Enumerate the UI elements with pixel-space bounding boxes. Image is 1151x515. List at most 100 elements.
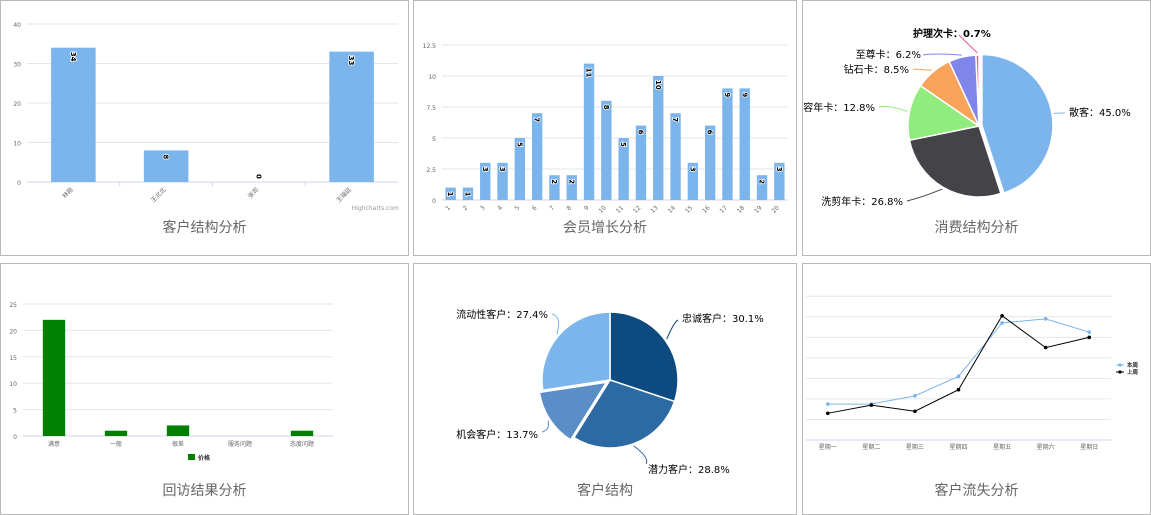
data-point: [1087, 335, 1092, 340]
data-label: 3: [688, 167, 696, 172]
x-tick-label: 1: [444, 204, 452, 212]
data-point: [913, 394, 917, 398]
bar: [166, 425, 190, 436]
x-tick-label: 5: [514, 204, 522, 212]
slice-value: 45.0%: [1099, 108, 1131, 119]
bar: [704, 125, 716, 200]
bar: [635, 125, 647, 200]
data-label: 6: [636, 130, 644, 135]
x-tick-label: 6: [531, 204, 539, 212]
legend-label: 上周: [1127, 368, 1138, 376]
x-tick-label: 一般: [110, 440, 122, 448]
x-tick-label: 满意: [48, 440, 60, 448]
x-tick-label: 星期五: [993, 443, 1011, 451]
y-tick-label: 0: [13, 434, 17, 441]
data-point: [1043, 317, 1048, 321]
data-label: 34: [69, 52, 77, 62]
slice-value: 12.8%: [843, 103, 875, 114]
y-tick-label: 30: [13, 62, 21, 69]
bar: [601, 100, 612, 200]
panel-caption: 会员增长分析: [563, 220, 647, 236]
chart-panel-customer-types: 忠诚客户：30.1% 潜力客户：28.8% 机会客户：13.7% 流动性客户：27.4…: [413, 263, 797, 515]
data-label: 33: [347, 56, 355, 66]
x-tick-label: 3: [479, 204, 487, 212]
x-tick-label: 13: [649, 204, 659, 214]
data-label: 2: [567, 179, 575, 184]
legend-swatch: [188, 454, 195, 460]
data-label: 7: [671, 117, 679, 122]
data-label: 8: [162, 154, 170, 159]
data-point: [825, 402, 830, 406]
slice-value: 30.1%: [732, 314, 764, 325]
bar: [531, 113, 543, 200]
x-tick-label: 20: [770, 204, 780, 214]
x-tick-label: 11: [615, 204, 625, 214]
slice-label: 流动性客户：27.4%: [456, 308, 548, 321]
panel-caption: 客户结构分析: [162, 220, 247, 236]
legend-marker: [1118, 363, 1122, 367]
data-point: [1000, 321, 1004, 325]
y-tick-label: 0: [432, 198, 436, 205]
x-tick-label: 17: [719, 204, 729, 214]
data-label: 8: [602, 105, 610, 110]
data-point: [956, 387, 961, 392]
slice-name: 机会客户：: [456, 428, 506, 441]
chart-panel-customer-churn: 星期一 星期二 星期三 星期四 星期五 星期六 星期日 本周 上周 客户流失分析: [802, 263, 1151, 515]
x-tick-label: 林刚: [61, 186, 75, 200]
x-tick-label: 10: [597, 204, 607, 214]
data-point: [1087, 330, 1092, 334]
slice-label: 机会客户：13.7%: [456, 428, 538, 441]
x-tick-label: 很差: [172, 440, 184, 448]
data-label: 0: [254, 174, 262, 179]
bar-chart-revisit-results: 0 5 10 15 20 25 满意 一般 很差 服务问题 态度问题价格: [9, 302, 333, 462]
bar: [42, 319, 66, 436]
slice-label: 至尊卡：6.2%: [856, 48, 921, 61]
bar: [653, 76, 664, 200]
bar: [739, 88, 750, 200]
slice-label: 散客：45.0%: [1069, 106, 1131, 119]
slice-name: 护理次卡：: [913, 27, 963, 40]
bar: [104, 430, 128, 436]
slice-name: 钻石卡：: [844, 63, 884, 76]
y-tick-label: 20: [13, 101, 21, 108]
y-tick-label: 10: [428, 74, 436, 81]
data-label: 9: [723, 92, 731, 97]
x-tick-label: 星期六: [1037, 443, 1055, 451]
x-tick-label: 星期一: [819, 443, 837, 451]
data-label: 3: [775, 167, 783, 172]
data-label: 6: [706, 130, 714, 135]
data-label: 7: [533, 117, 541, 122]
chart-panel-revisit-results: 0 5 10 15 20 25 满意 一般 很差 服务问题 态度问题 价格 回访结果分析: [0, 263, 409, 515]
pie-slice: [541, 311, 611, 392]
y-tick-label: 25: [9, 302, 17, 309]
x-tick-label: 星期日: [1080, 443, 1098, 451]
data-label: 2: [758, 179, 766, 184]
x-tick-label: 18: [736, 204, 746, 214]
connector-line: [1053, 112, 1066, 115]
slice-name: 潜力客户：: [648, 463, 698, 476]
data-label: 3: [481, 167, 489, 172]
data-label: 11: [585, 68, 593, 78]
legend-label: 价格: [198, 454, 211, 462]
connector-line: [912, 68, 932, 71]
panel-caption: 客户结构: [577, 483, 633, 499]
y-tick-label: 5: [432, 136, 436, 143]
slice-value: 6.2%: [896, 50, 921, 61]
x-tick-label: 9: [583, 204, 591, 212]
y-tick-label: 5: [13, 408, 17, 415]
slice-value: 26.8%: [871, 197, 903, 208]
bar: [329, 51, 374, 183]
x-tick-label: 王瑞廷: [335, 186, 353, 204]
slice-label: 护理次卡：0.7%: [913, 27, 991, 40]
data-label: 3: [498, 167, 506, 172]
x-tick-label: 张司: [246, 186, 260, 200]
y-tick-label: 10: [9, 381, 17, 388]
slice-label: 洗剪年卡：26.8%: [821, 195, 903, 208]
y-tick-label: 12.5: [423, 43, 437, 50]
connector-line: [551, 313, 560, 335]
panel-caption: 回访结果分析: [162, 483, 247, 499]
x-tick-label: 服务问题: [228, 440, 252, 448]
chart-panel-customer-structure: 0 10 20 30 40 林刚 34 王北北 8 张司 0 王瑞廷 33 Highcharts.com …: [0, 0, 409, 256]
slice-value: 27.4%: [516, 310, 548, 321]
slice-name: 流动性客户：: [456, 308, 516, 321]
